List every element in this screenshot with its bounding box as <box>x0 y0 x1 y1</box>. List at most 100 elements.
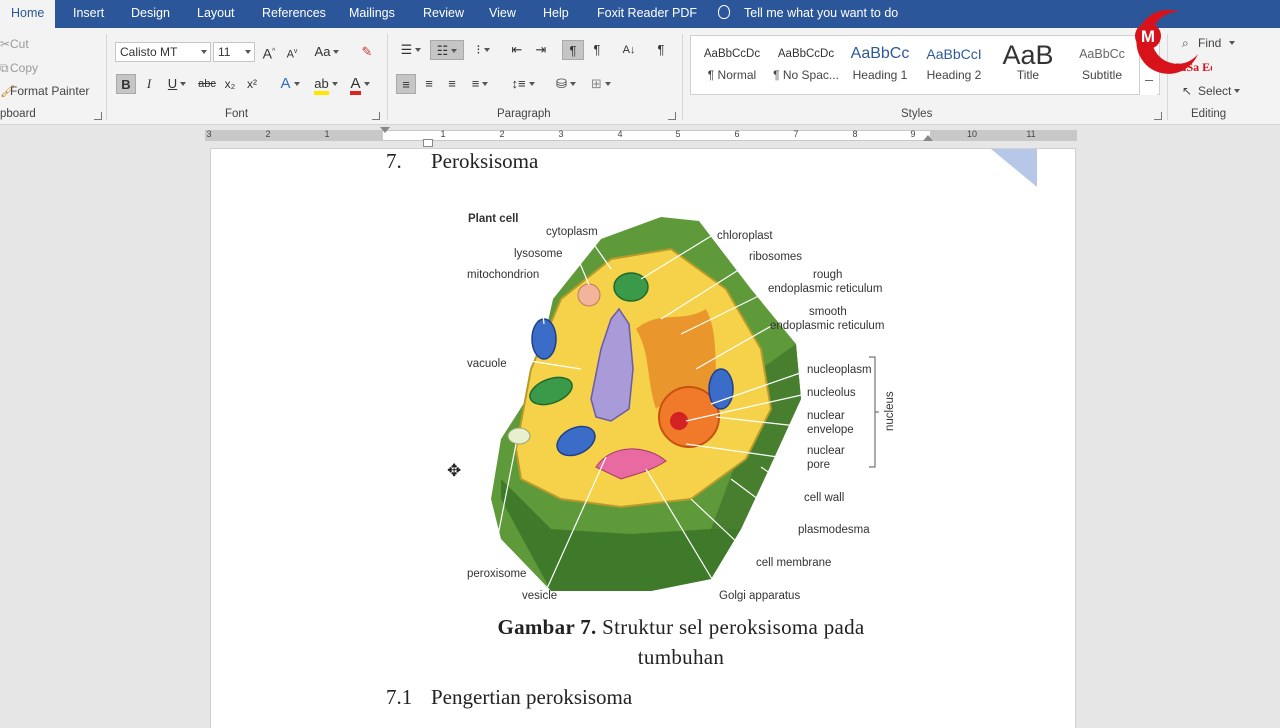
clear-formatting-icon[interactable]: ✎ <box>357 42 377 62</box>
document-page[interactable]: 7. Peroksisoma Plant cell cytoplasm lyso… <box>210 148 1076 728</box>
rtl-direction-icon[interactable]: ¶ <box>588 40 606 60</box>
highlight-color-button[interactable]: ab <box>310 74 342 95</box>
chevron-down-icon <box>245 50 251 54</box>
ruler-number: 5 <box>675 129 681 139</box>
cut-button[interactable]: ✂Cut <box>0 37 29 51</box>
move-cursor-icon: ✥ <box>447 461 462 480</box>
strikethrough-button[interactable]: abc <box>196 74 218 94</box>
nucleolus-shape <box>670 412 688 430</box>
tab-help[interactable]: Help <box>543 0 569 28</box>
label-nuclear-pore-2: pore <box>807 459 830 471</box>
font-color-button[interactable]: A <box>344 74 376 95</box>
line-spacing-button[interactable]: ↕≡ <box>508 74 538 94</box>
label-nucleus: nucleus <box>884 391 896 431</box>
align-right-icon[interactable]: ≡ <box>443 74 461 94</box>
justify-button[interactable]: ≡ <box>466 74 494 94</box>
numbering-button[interactable]: ☷ <box>430 40 464 60</box>
line-spacing-icon: ↕≡ <box>511 76 526 91</box>
subscript-button[interactable]: x₂ <box>222 74 238 94</box>
label-plasmodesma: plasmodesma <box>798 524 870 536</box>
format-painter-button[interactable]: 🖌Format Painter <box>0 84 89 98</box>
text-effects-button[interactable]: A <box>276 74 304 94</box>
sort-icon[interactable]: A↓ <box>620 40 638 60</box>
ribbon-home: ✂Cut ⧉Copy 🖌Format Painter pboard Calist… <box>0 28 1280 125</box>
tab-references[interactable]: References <box>262 0 326 28</box>
tab-foxit-reader-pdf[interactable]: Foxit Reader PDF <box>597 0 697 28</box>
tab-view[interactable]: View <box>489 0 516 28</box>
label-ribosomes: ribosomes <box>749 251 802 263</box>
style-no-spacing[interactable]: AaBbCcDc ¶ No Spac... <box>769 40 843 92</box>
style-normal[interactable]: AaBbCcDc ¶ Normal <box>695 40 769 92</box>
label-rough-er-2: endoplasmic reticulum <box>768 283 882 295</box>
label-rough-er-1: rough <box>813 269 842 281</box>
align-left-icon[interactable]: ≡ <box>396 74 416 94</box>
tab-layout[interactable]: Layout <box>197 0 235 28</box>
svg-text:M: M <box>1141 27 1155 46</box>
peroxisome-shape <box>507 427 531 445</box>
paintbrush-icon: 🖌 <box>0 84 16 98</box>
borders-button[interactable]: ⊞ <box>586 74 616 94</box>
ruler-number: 2 <box>499 129 505 139</box>
label-nuclear-pore-1: nuclear <box>807 445 845 457</box>
right-indent-marker[interactable] <box>923 135 933 141</box>
align-center-icon[interactable]: ≡ <box>420 74 438 94</box>
plant-cell-figure: Plant cell cytoplasm lysosome mitochondr… <box>467 213 896 602</box>
ruler-number: 6 <box>734 129 740 139</box>
select-button[interactable]: ↖ Select <box>1182 84 1241 98</box>
label-nuclear-envelope-1: nuclear <box>807 410 845 422</box>
ruler-number: 3 <box>558 129 564 139</box>
ruler-number: 1 <box>440 129 446 139</box>
bold-button[interactable]: B <box>116 74 136 94</box>
style-title[interactable]: AaB Title <box>991 40 1065 92</box>
more-icon <box>1145 80 1153 81</box>
tab-insert[interactable]: Insert <box>73 0 104 28</box>
group-separator <box>387 34 388 120</box>
subsection-heading: 7.1 Pengertian peroksisoma <box>386 685 633 709</box>
paint-bucket-icon: ⛁ <box>556 76 567 91</box>
copy-button[interactable]: ⧉Copy <box>0 61 38 76</box>
first-line-indent-marker[interactable] <box>380 127 390 133</box>
styles-dialog-launcher[interactable] <box>1154 112 1162 120</box>
ltr-direction-icon[interactable]: ¶ <box>562 40 584 60</box>
cursor-arrow-icon: ↖ <box>1182 84 1193 98</box>
group-separator <box>682 34 683 120</box>
tab-home[interactable]: Home <box>0 0 56 28</box>
bullets-button[interactable]: ☰ <box>396 40 426 60</box>
label-cytoplasm: cytoplasm <box>546 226 598 238</box>
increase-indent-icon[interactable]: ⇥ <box>532 40 550 60</box>
style-heading-1[interactable]: AaBbCc Heading 1 <box>843 40 917 92</box>
style-heading-2[interactable]: AaBbCcI Heading 2 <box>917 40 991 92</box>
clipboard-dialog-launcher[interactable] <box>94 112 102 120</box>
font-family-combo[interactable]: Calisto MT <box>115 42 211 62</box>
label-nuclear-envelope-2: envelope <box>807 424 854 436</box>
paragraph-group-label: Paragraph <box>497 108 551 120</box>
shrink-font-button[interactable]: Av <box>285 42 299 62</box>
figure-title: Plant cell <box>468 213 519 225</box>
lightbulb-icon <box>718 5 730 19</box>
shading-button[interactable]: ⛁ <box>551 74 581 94</box>
font-size-combo[interactable]: 11 <box>213 42 255 62</box>
multilevel-list-button[interactable]: ⁝ <box>468 40 498 60</box>
font-dialog-launcher[interactable] <box>372 112 380 120</box>
tab-design[interactable]: Design <box>131 0 170 28</box>
change-case-button[interactable]: Aa <box>313 42 341 62</box>
hanging-indent-marker[interactable] <box>423 139 433 147</box>
copy-icon: ⧉ <box>0 61 9 75</box>
ruler-number: 7 <box>793 129 799 139</box>
styles-gallery: AaBbCcDc ¶ Normal AaBbCcDc ¶ No Spac... … <box>690 35 1160 95</box>
paragraph-dialog-launcher[interactable] <box>668 112 676 120</box>
multilevel-list-icon: ⁝ <box>476 42 481 57</box>
show-formatting-marks-button[interactable]: ¶ <box>652 40 670 60</box>
superscript-button[interactable]: x² <box>244 74 260 94</box>
tab-mailings[interactable]: Mailings <box>349 0 395 28</box>
grow-font-button[interactable]: A^ <box>262 42 276 62</box>
ruler-number: 4 <box>617 129 623 139</box>
underline-button[interactable]: U <box>163 74 191 94</box>
tell-me-search[interactable]: Tell me what you want to do <box>718 0 898 28</box>
italic-button[interactable]: I <box>140 74 158 94</box>
horizontal-ruler[interactable]: 3 2 1 1 2 3 4 5 6 7 8 9 10 11 <box>0 125 1280 147</box>
decrease-indent-icon[interactable]: ⇤ <box>508 40 526 60</box>
ruler-number: 1 <box>324 129 330 139</box>
tab-review[interactable]: Review <box>423 0 464 28</box>
figure-caption: Gambar 7. Struktur sel peroksisoma pada … <box>497 615 865 669</box>
